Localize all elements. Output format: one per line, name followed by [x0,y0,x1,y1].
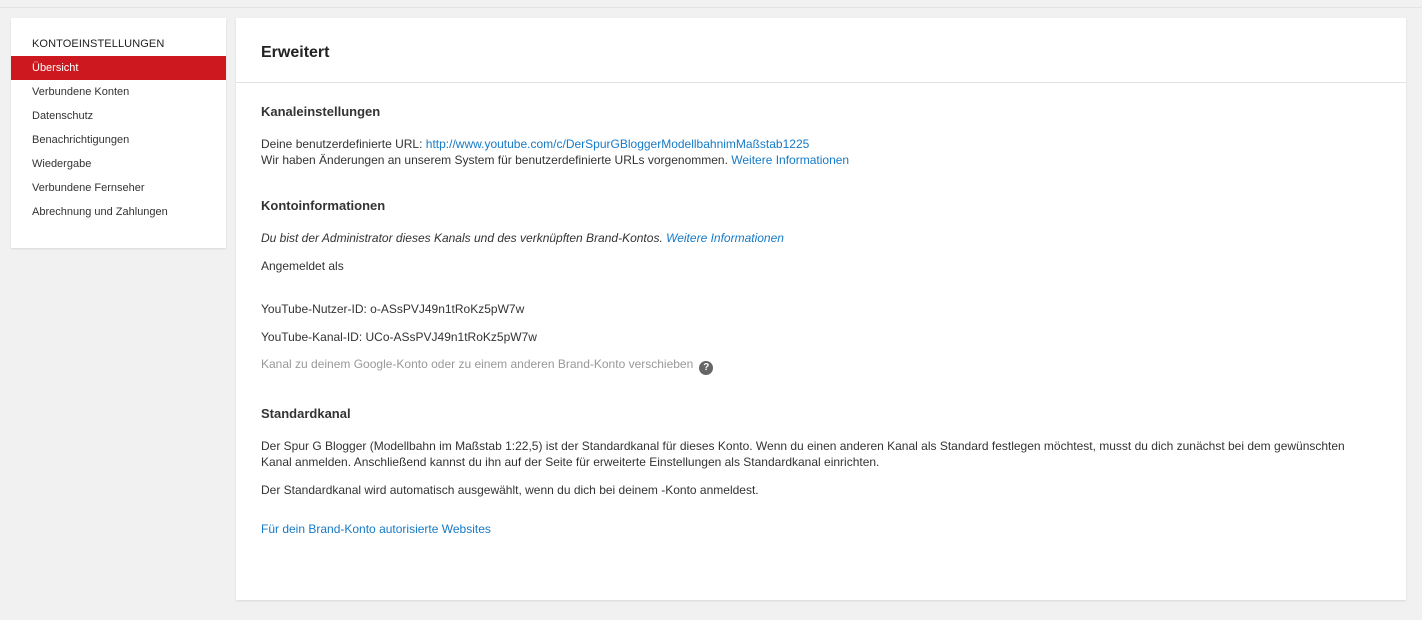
custom-url-changes-text: Wir haben Änderungen an unserem System f… [261,153,732,167]
sidebar-item-connected-accounts[interactable]: Verbundene Konten [11,80,226,104]
default-channel-heading: Standardkanal [261,406,351,421]
sidebar-item-playback[interactable]: Wiedergabe [11,152,226,176]
youtube-user-id: YouTube-Nutzer-ID: o-ASsPVJ49n1tRoKz5pW7… [261,302,525,316]
sidebar-item-overview[interactable]: Übersicht [11,56,226,80]
custom-url-link[interactable]: http://www.youtube.com/c/DerSpurGBlogger… [426,137,810,151]
sidebar-item-billing[interactable]: Abrechnung und Zahlungen [11,200,226,224]
custom-url-changes-row: Wir haben Änderungen an unserem System f… [261,153,849,167]
sidebar-header: KONTOEINSTELLUNGEN [32,38,165,50]
move-channel-row: Kanal zu deinem Google-Konto oder zu ein… [261,357,714,375]
settings-sidebar: KONTOEINSTELLUNGEN Übersicht Verbundene … [11,18,226,248]
signed-in-as-label: Angemeldet als [261,259,344,273]
title-bar: Erweitert [236,18,1406,83]
custom-url-label: Deine benutzerdefinierte URL: [261,137,426,151]
main-panel: Erweitert Kanaleinstellungen Deine benut… [236,18,1406,600]
admin-info-text: Du bist der Administrator dieses Kanals … [261,231,667,245]
account-info-heading: Kontoinformationen [261,198,386,213]
custom-url-row: Deine benutzerdefinierte URL: http://www… [261,137,809,151]
authorized-sites-link[interactable]: Für dein Brand-Konto autorisierte Websit… [261,522,491,536]
more-info-link-admin[interactable]: Weitere Informationen [666,231,784,245]
sidebar-item-connected-tvs[interactable]: Verbundene Fernseher [11,176,226,200]
help-icon[interactable]: ? [699,361,714,375]
page-title: Erweitert [261,44,330,61]
move-channel-link[interactable]: Kanal zu deinem Google-Konto oder zu ein… [261,357,693,371]
sidebar-item-notifications[interactable]: Benachrichtigungen [11,128,226,152]
sidebar-nav: Übersicht Verbundene Konten Datenschutz … [11,56,226,224]
sidebar-item-privacy[interactable]: Datenschutz [11,104,226,128]
default-channel-description: Der Spur G Blogger (Modellbahn im Maßsta… [261,439,1345,469]
default-channel-auto-select-note: Der Standardkanal wird automatisch ausge… [261,483,759,497]
top-divider [0,0,1422,8]
admin-info-row: Du bist der Administrator dieses Kanals … [261,231,784,245]
more-info-link-urls[interactable]: Weitere Informationen [731,153,849,167]
channel-settings-heading: Kanaleinstellungen [261,104,381,119]
youtube-channel-id: YouTube-Kanal-ID: UCo-ASsPVJ49n1tRoKz5pW… [261,330,537,344]
